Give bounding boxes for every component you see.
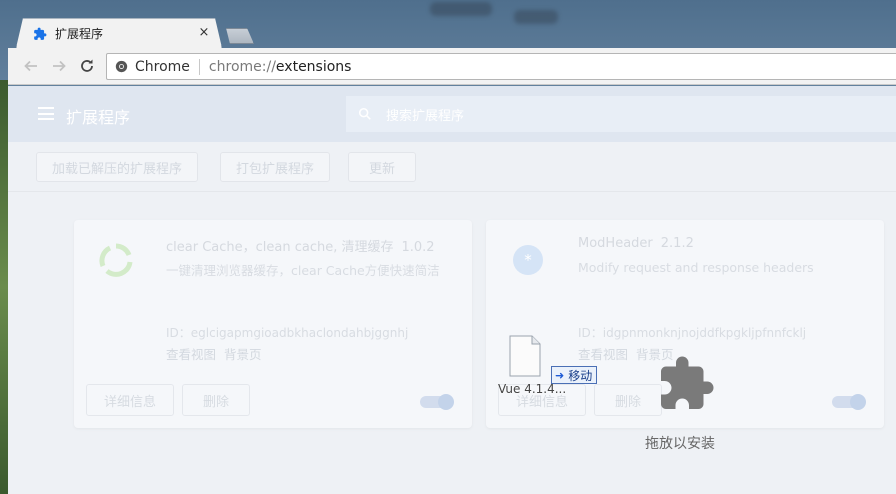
extension-id: ID：idgpnmonknjnojddfkpgkljpfnnfcklj	[578, 326, 807, 340]
tab-strip: 扩展程序 ×	[8, 0, 896, 48]
move-tooltip: ➜ 移动	[551, 366, 598, 384]
address-bar[interactable]: Chrome chrome://extensions	[106, 53, 896, 80]
extension-card-clear-cache: clear Cache，clean cache, 清理缓存 1.0.2 一键清理浏…	[74, 220, 472, 428]
url-scheme: chrome://	[208, 58, 276, 75]
details-button[interactable]: 详细信息	[86, 384, 174, 416]
update-button[interactable]: 更新	[348, 152, 416, 182]
enable-toggle[interactable]	[832, 394, 866, 410]
tab-title: 扩展程序	[55, 27, 104, 41]
modheader-logo-icon: *	[513, 245, 543, 275]
extension-id: ID：eglcigapmgioadbkhaclondahbjggnhj	[166, 326, 409, 340]
extension-version: 1.0.2	[401, 240, 435, 255]
puzzle-icon	[661, 356, 714, 409]
extensions-page: 扩展程序 搜索扩展程序 加载已解压的扩展程序 打包扩展程序 更新 clear C…	[8, 86, 896, 494]
dragged-file-icon	[509, 335, 541, 377]
load-unpacked-button[interactable]: 加载已解压的扩展程序	[36, 152, 198, 182]
site-chip: Chrome	[135, 58, 190, 75]
extension-version: 2.1.2	[660, 236, 694, 251]
menu-icon[interactable]	[38, 107, 54, 120]
back-arrow-icon[interactable]	[22, 57, 40, 75]
search-placeholder: 搜索扩展程序	[386, 108, 465, 124]
extension-description: Modify request and response headers	[578, 260, 814, 275]
refresh-icon	[99, 243, 133, 277]
background-page-link[interactable]: 背景页	[224, 347, 262, 362]
dragged-file-name: Vue 4.1.4...	[498, 382, 567, 396]
forward-arrow-icon[interactable]	[50, 57, 68, 75]
search-input[interactable]: 搜索扩展程序	[346, 96, 896, 132]
extensions-header: 扩展程序 搜索扩展程序	[8, 86, 896, 142]
close-icon[interactable]: ×	[197, 26, 211, 40]
svg-text:*: *	[524, 251, 532, 269]
browser-window: 扩展程序 × Chrome chrome://extensions 扩展程序 搜…	[8, 0, 896, 494]
view-link[interactable]: 查看视图	[166, 347, 216, 362]
extension-name: ModHeader 2.1.2	[578, 236, 694, 251]
browser-toolbar: Chrome chrome://extensions	[8, 48, 896, 85]
remove-button[interactable]: 删除	[594, 384, 662, 416]
new-tab-button[interactable]	[226, 28, 254, 44]
drop-to-install-message: 拖放以安装	[645, 436, 715, 452]
enable-toggle[interactable]	[420, 394, 454, 410]
tab-extensions[interactable]: 扩展程序 ×	[16, 18, 222, 48]
url-host: extensions	[275, 58, 352, 75]
pack-extension-button[interactable]: 打包扩展程序	[220, 152, 330, 182]
move-label: 移动	[568, 368, 593, 383]
extension-description: 一键清理浏览器缓存，clear Cache方便快速简洁	[166, 263, 440, 278]
extension-name: clear Cache，clean cache, 清理缓存 1.0.2	[166, 240, 435, 255]
extension-views: 查看视图 背景页	[166, 344, 270, 363]
reload-icon[interactable]	[78, 57, 96, 75]
omnibox-divider	[198, 58, 200, 75]
chrome-logo-icon	[115, 60, 128, 73]
developer-actions: 加载已解压的扩展程序 打包扩展程序 更新	[8, 142, 896, 192]
view-link[interactable]: 查看视图	[578, 347, 628, 362]
remove-button[interactable]: 删除	[182, 384, 250, 416]
arrow-right-icon: ➜	[555, 368, 565, 382]
page-title: 扩展程序	[66, 108, 131, 127]
desktop-edge	[0, 80, 8, 494]
puzzle-icon	[33, 27, 47, 41]
search-icon	[358, 107, 371, 120]
